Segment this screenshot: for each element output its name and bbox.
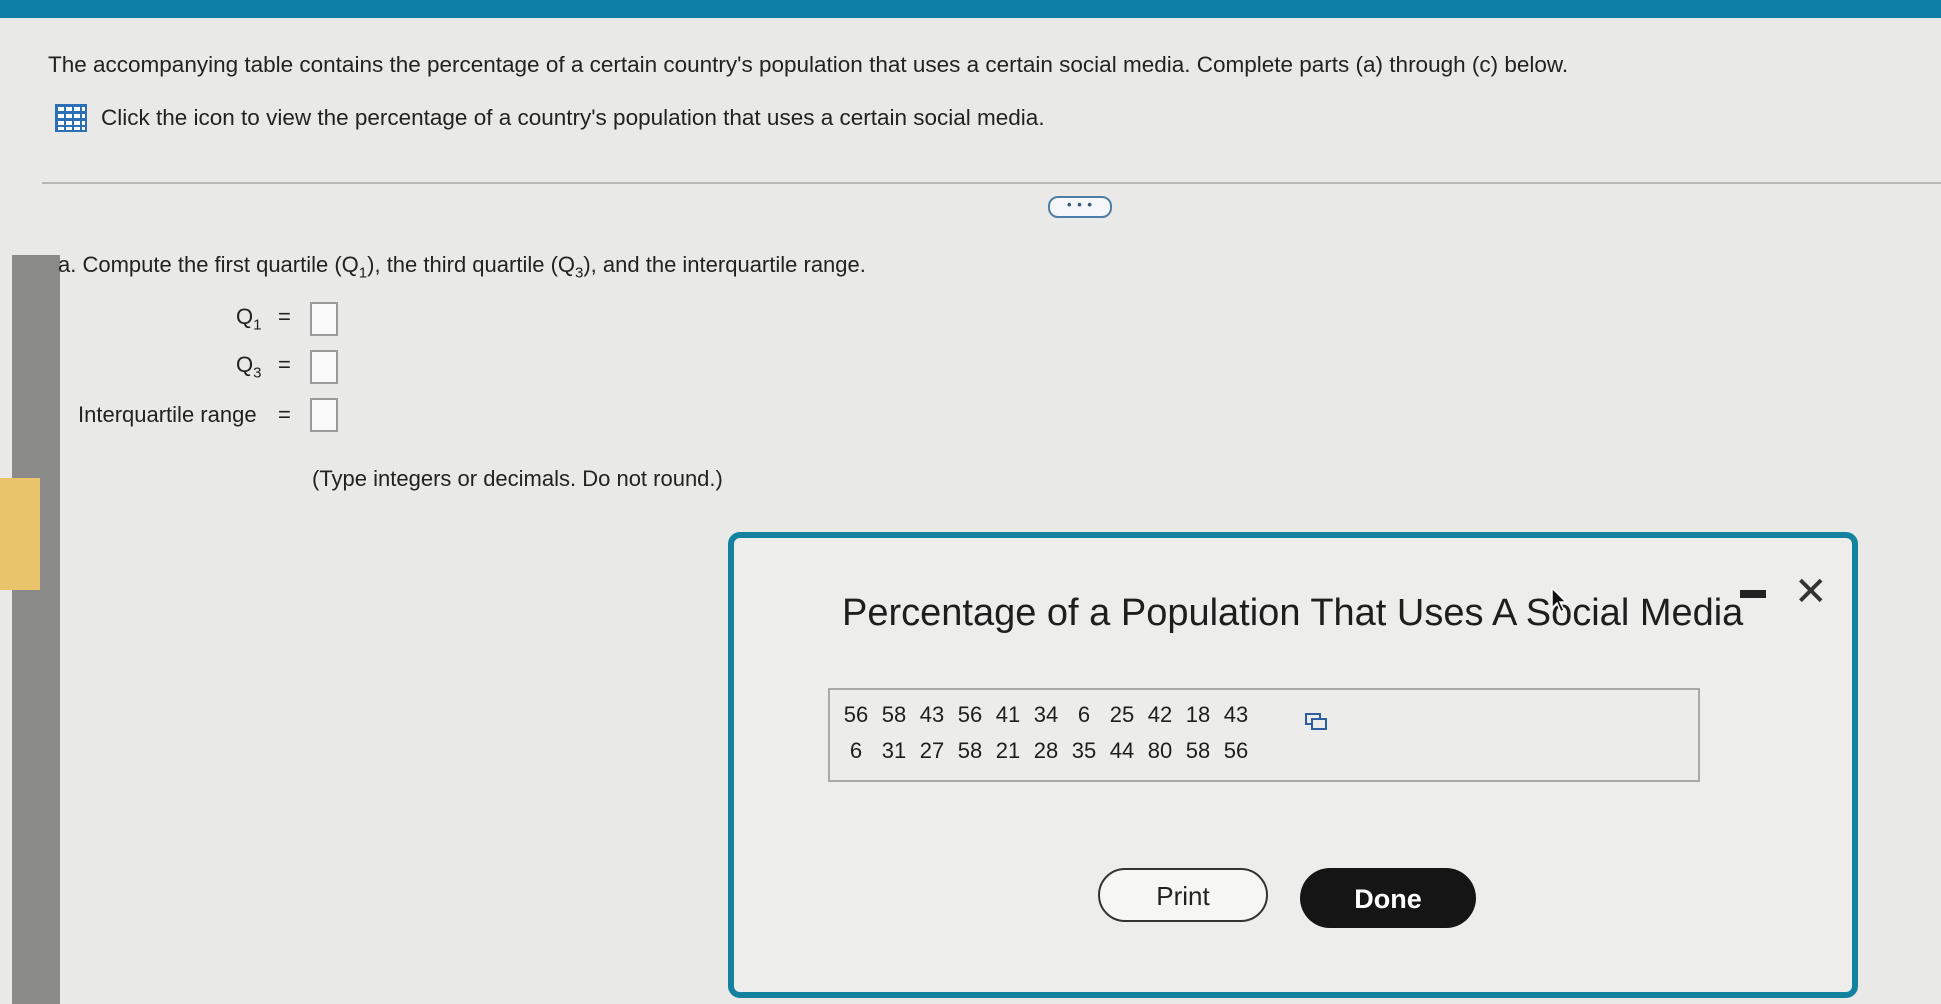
data-cell: 58 <box>881 702 907 727</box>
close-icon[interactable]: ✕ <box>1794 572 1828 612</box>
data-cell: 6 <box>1077 702 1091 727</box>
question-intro: The accompanying table contains the perc… <box>48 52 1569 77</box>
data-cell: 56 <box>843 702 869 727</box>
top-bar <box>0 0 1941 18</box>
data-cell: 35 <box>1071 738 1097 763</box>
answer-format-hint: (Type integers or decimals. Do not round… <box>312 466 723 491</box>
iqr-answer-input[interactable] <box>310 398 338 432</box>
part-a-text-prefix: a. Compute the first quartile (Q <box>58 252 359 277</box>
data-cell: 34 <box>1033 702 1059 727</box>
q1-sub: 1 <box>253 316 262 334</box>
expand-more-button[interactable]: • • • <box>1048 196 1112 218</box>
q3-answer-input[interactable] <box>310 350 338 384</box>
q3-label: Q3 <box>236 352 261 381</box>
part-a-sub1: 1 <box>358 264 368 282</box>
data-cell: 43 <box>919 702 945 727</box>
data-cell: 18 <box>1185 702 1211 727</box>
data-table-link-row: Click the icon to view the percentage of… <box>55 104 1045 132</box>
dialog-title: Percentage of a Population That Uses A S… <box>842 592 1744 634</box>
data-cell: 21 <box>995 738 1021 763</box>
copy-icon[interactable] <box>1304 712 1328 732</box>
part-a-text-mid: ), the third quartile (Q <box>367 252 576 277</box>
data-cell: 58 <box>1185 738 1211 763</box>
minimize-icon[interactable] <box>1740 590 1766 598</box>
mouse-cursor-icon <box>1551 586 1568 614</box>
data-cell: 58 <box>957 738 983 763</box>
data-cell: 80 <box>1147 738 1173 763</box>
data-cell: 42 <box>1147 702 1173 727</box>
table-grid-icon[interactable] <box>55 104 87 132</box>
iqr-label: Interquartile range <box>78 402 257 427</box>
q1-label: Q1 <box>236 304 261 333</box>
data-cell: 44 <box>1109 738 1135 763</box>
q3-equals: = <box>278 352 291 377</box>
q1-answer-input[interactable] <box>310 302 338 336</box>
q3-sub: 3 <box>253 364 262 382</box>
question-content: The accompanying table contains the perc… <box>0 18 1941 1004</box>
data-table: 56 58 43 56 41 34 6 25 42 18 43 6 31 27 58 21 28 35 44 80 5… <box>828 688 1700 782</box>
data-cell: 56 <box>1223 738 1249 763</box>
data-cell: 41 <box>995 702 1021 727</box>
data-cell: 27 <box>919 738 945 763</box>
data-cell: 43 <box>1223 702 1249 727</box>
data-cell: 56 <box>957 702 983 727</box>
part-a-text-suffix: ), and the interquartile range. <box>583 252 866 277</box>
data-cell: 28 <box>1033 738 1059 763</box>
part-a-question: a. Compute the first quartile (Q1), the … <box>58 252 866 281</box>
data-cell: 6 <box>849 738 863 763</box>
data-cell: 31 <box>881 738 907 763</box>
section-divider <box>42 182 1941 184</box>
view-data-link[interactable]: Click the icon to view the percentage of… <box>101 105 1045 131</box>
q3-letter: Q <box>236 352 254 377</box>
data-cell: 25 <box>1109 702 1135 727</box>
q1-equals: = <box>278 304 291 329</box>
print-button[interactable]: Print <box>1098 868 1268 922</box>
done-button[interactable]: Done <box>1300 868 1476 928</box>
iqr-equals: = <box>278 402 291 427</box>
data-table-dialog: Percentage of a Population That Uses A S… <box>728 532 1858 998</box>
q1-letter: Q <box>236 304 254 329</box>
